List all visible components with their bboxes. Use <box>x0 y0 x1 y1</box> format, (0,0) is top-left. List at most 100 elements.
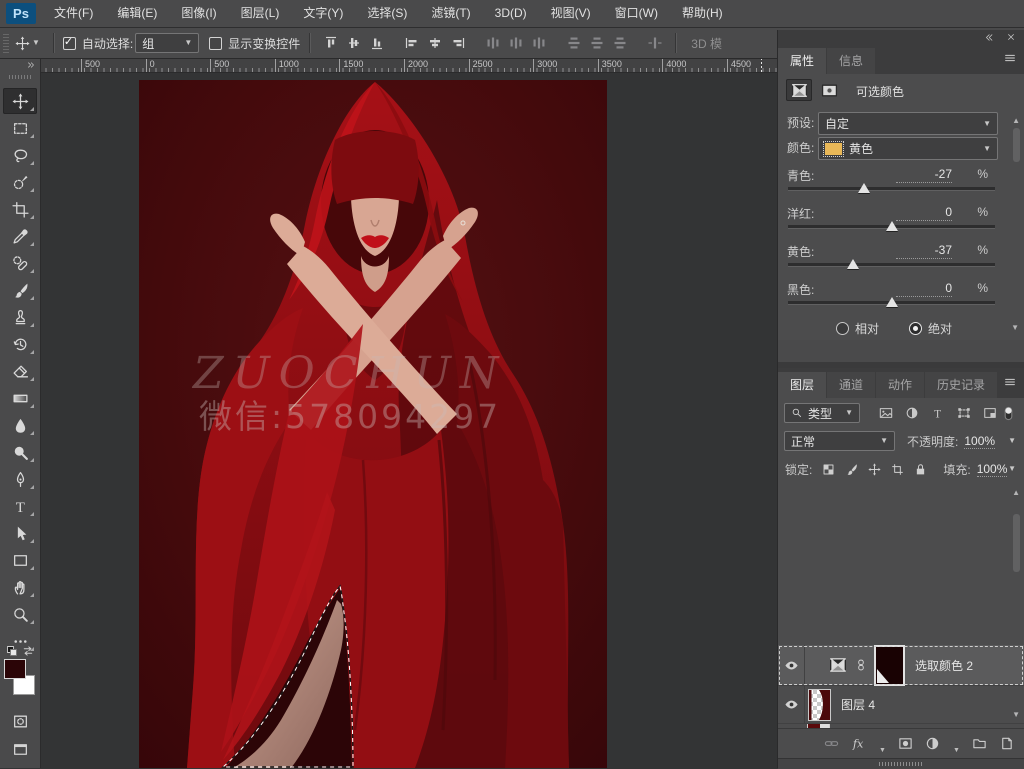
lock-position-icon[interactable] <box>863 462 885 476</box>
filter-adjustment-layers-icon[interactable] <box>900 406 923 420</box>
pen-tool[interactable] <box>3 466 37 492</box>
layer-mask-thumbnail[interactable] <box>874 644 905 686</box>
history-brush-tool[interactable] <box>3 331 37 357</box>
slider-value[interactable]: 0 <box>896 205 952 221</box>
slider-value[interactable]: -27 <box>896 167 952 183</box>
horizontal-ruler[interactable]: 5000500100015002000250030003500400045005… <box>40 58 778 73</box>
spot-healing-brush-tool[interactable] <box>3 250 37 276</box>
auto-select-option[interactable]: 自动选择: <box>62 35 133 52</box>
blend-mode-dropdown[interactable]: 正常 ▼ <box>784 431 895 451</box>
align-horizontal-centers-icon[interactable] <box>423 33 446 53</box>
scrollbar-up-icon[interactable]: ▲ <box>1012 488 1020 497</box>
slider-track[interactable] <box>788 297 995 307</box>
menu-item-窗口[interactable]: 窗口(W) <box>603 0 670 27</box>
blur-tool[interactable] <box>3 412 37 438</box>
layer-row-图层 4[interactable]: 图层 4 <box>778 686 1024 724</box>
lock-artboards-icon[interactable] <box>886 463 908 476</box>
default-colors-icon[interactable] <box>6 645 18 657</box>
slider-track[interactable] <box>788 221 995 231</box>
eraser-tool[interactable] <box>3 358 37 384</box>
crop-tool[interactable] <box>3 196 37 222</box>
layers-scrollbar-thumb[interactable] <box>1013 514 1020 572</box>
panel-menu-icon[interactable] <box>1003 51 1017 65</box>
type-tool[interactable]: T <box>3 493 37 519</box>
new-group-icon[interactable] <box>972 736 987 751</box>
layer-thumbnail[interactable] <box>808 688 831 721</box>
scroll-more-icon[interactable]: ▼ <box>1011 324 1019 332</box>
menu-item-编辑[interactable]: 编辑(E) <box>105 0 169 27</box>
quick-selection-tool[interactable] <box>3 169 37 195</box>
align-vertical-centers-icon[interactable] <box>342 33 365 53</box>
gradient-tool[interactable] <box>3 385 37 411</box>
close-panel-icon[interactable] <box>1006 32 1016 42</box>
tab-信息[interactable]: 信息 <box>827 48 876 74</box>
menu-item-图像[interactable]: 图像(I) <box>169 0 228 27</box>
slider-value[interactable]: -37 <box>896 243 952 259</box>
preset-dropdown[interactable]: 自定 ▼ <box>818 112 998 135</box>
align-bottom-edges-icon[interactable] <box>365 33 388 53</box>
menu-item-图层[interactable]: 图层(L) <box>229 0 292 27</box>
menu-item-帮助[interactable]: 帮助(H) <box>670 0 735 27</box>
slider-thumb[interactable] <box>847 259 860 269</box>
opacity-value[interactable]: 100% <box>964 434 996 449</box>
tab-图层[interactable]: 图层 <box>778 372 827 398</box>
color-dropdown[interactable]: 黄色 ▼ <box>818 137 998 160</box>
menu-item-文字[interactable]: 文字(Y) <box>291 0 355 27</box>
layer-filter-type-dropdown[interactable]: 类型 ▼ <box>784 403 860 423</box>
absolute-radio[interactable]: 绝对 <box>909 320 952 337</box>
filter-smart-objects-icon[interactable] <box>978 406 1001 420</box>
tab-动作[interactable]: 动作 <box>876 372 925 398</box>
selective-color-adjustment-icon[interactable] <box>786 79 812 101</box>
eyedropper-tool[interactable] <box>3 223 37 249</box>
slider-track[interactable] <box>788 183 995 193</box>
collapse-toolbar-icon[interactable] <box>0 58 40 71</box>
visibility-eye-icon[interactable] <box>778 686 805 723</box>
chevron-down-icon[interactable]: ▼ <box>1008 465 1016 473</box>
filter-pixel-layers-icon[interactable] <box>874 406 897 420</box>
panel-menu-icon[interactable] <box>1003 375 1017 389</box>
filter-shape-layers-icon[interactable] <box>952 406 975 420</box>
menu-item-文件[interactable]: 文件(F) <box>42 0 105 27</box>
align-top-edges-icon[interactable] <box>319 33 342 53</box>
rectangular-marquee-tool[interactable] <box>3 115 37 141</box>
options-bar-grip[interactable] <box>3 33 9 53</box>
lock-image-pixels-icon[interactable] <box>840 463 862 476</box>
layer-style-fx-icon[interactable]: fx <box>851 736 866 751</box>
screen-mode-icon[interactable] <box>3 736 37 762</box>
tab-属性[interactable]: 属性 <box>778 48 827 74</box>
slider-thumb[interactable] <box>885 297 898 307</box>
align-left-edges-icon[interactable] <box>400 33 423 53</box>
tool-preset-picker[interactable]: ▼ <box>15 35 40 51</box>
menu-item-视图[interactable]: 视图(V) <box>539 0 603 27</box>
hand-tool[interactable] <box>3 574 37 600</box>
menu-item-选择[interactable]: 选择(S) <box>355 0 419 27</box>
tab-历史记录[interactable]: 历史记录 <box>925 372 998 398</box>
panel-resize-handle[interactable] <box>778 758 1024 769</box>
menu-item-3D[interactable]: 3D(D) <box>483 0 539 27</box>
slider-value[interactable]: 0 <box>896 281 952 297</box>
move-tool[interactable] <box>3 88 37 114</box>
relative-radio[interactable]: 相对 <box>836 320 879 337</box>
quick-mask-mode-icon[interactable] <box>3 708 37 734</box>
path-selection-tool[interactable] <box>3 520 37 546</box>
auto-select-target-dropdown[interactable]: 组 ▼ <box>135 33 200 53</box>
mask-link-icon[interactable] <box>855 659 867 671</box>
collapse-panels-icon[interactable] <box>983 32 994 43</box>
add-layer-mask-icon[interactable] <box>898 736 913 751</box>
lock-transparent-pixels-icon[interactable] <box>817 463 839 476</box>
align-right-edges-icon[interactable] <box>446 33 469 53</box>
new-layer-icon[interactable] <box>999 736 1014 751</box>
tab-通道[interactable]: 通道 <box>827 372 876 398</box>
auto-select-checkbox[interactable] <box>62 35 76 50</box>
layer-row-选取颜色 2[interactable]: 选取颜色 2 <box>778 644 1024 686</box>
properties-scrollbar-thumb[interactable] <box>1013 128 1020 162</box>
scrollbar-up-icon[interactable]: ▲ <box>1012 116 1020 125</box>
swap-colors-icon[interactable] <box>22 645 34 657</box>
show-transform-option[interactable]: 显示变换控件 <box>209 35 300 52</box>
slider-thumb[interactable] <box>857 183 870 193</box>
dodge-tool[interactable] <box>3 439 37 465</box>
clone-stamp-tool[interactable] <box>3 304 37 330</box>
layer-filter-toggle-icon[interactable] <box>1001 406 1016 421</box>
rectangle-shape-tool[interactable] <box>3 547 37 573</box>
slider-thumb[interactable] <box>885 221 898 231</box>
